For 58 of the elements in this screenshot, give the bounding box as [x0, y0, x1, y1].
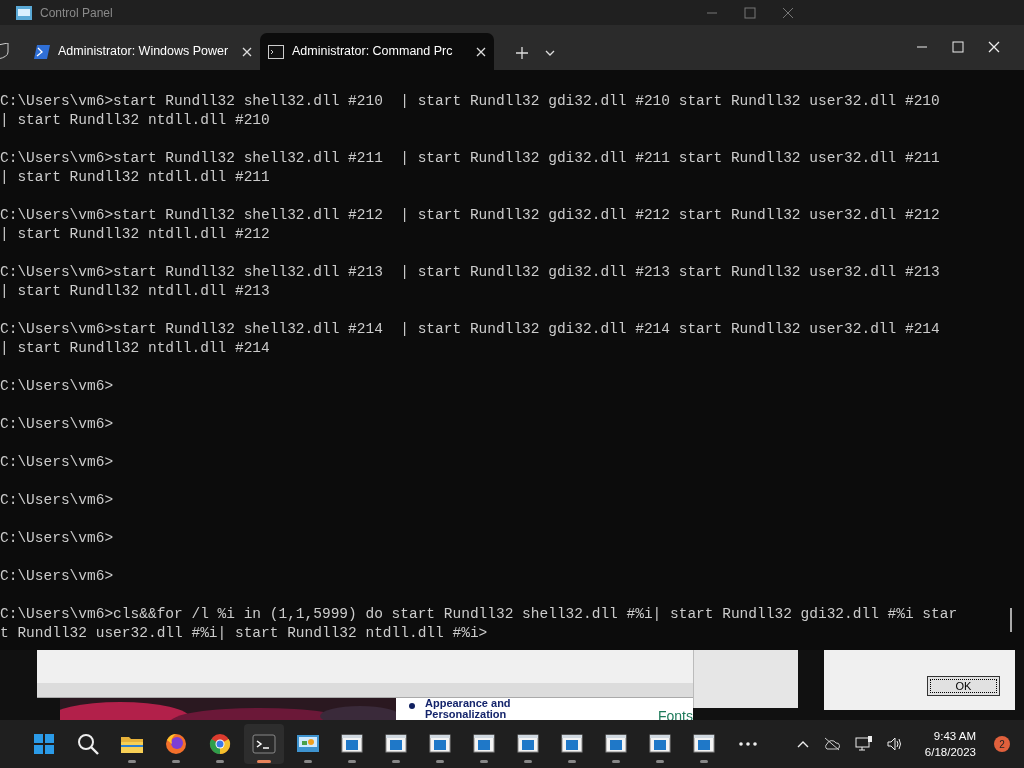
terminal-line: | start Rundll32 ntdll.dll #214 — [0, 339, 271, 358]
terminal-line: C:\Users\vm6> — [0, 529, 115, 548]
terminal-line: | start Rundll32 ntdll.dll #211 — [0, 168, 271, 187]
control-panel-icon — [16, 5, 32, 20]
start-icon — [32, 732, 56, 756]
terminal-line: | start Rundll32 ntdll.dll #210 — [0, 111, 271, 130]
window-icon — [560, 732, 584, 756]
category-link[interactable]: Personalization — [425, 709, 507, 720]
terminal-line: | start Rundll32 ntdll.dll #212 — [0, 225, 271, 244]
terminal-line: C:\Users\vm6> — [0, 567, 115, 586]
network-icon[interactable] — [854, 736, 873, 752]
notification-badge[interactable]: 2 — [994, 736, 1010, 752]
chevron-up-icon[interactable] — [796, 740, 809, 748]
terminal-tab[interactable]: Administrator: Windows Power — [26, 33, 260, 70]
window-icon — [516, 732, 540, 756]
cloud-off-icon[interactable] — [822, 737, 841, 751]
browser-icon — [164, 732, 188, 756]
terminal-line: C:\Users\vm6> — [0, 415, 115, 434]
powershell-icon — [34, 44, 50, 59]
shield-icon — [0, 43, 10, 59]
terminal-line: | start Rundll32 ntdll.dll #213 — [0, 282, 271, 301]
terminal-button[interactable] — [244, 724, 284, 764]
terminal-line: C:\Users\vm6>start Rundll32 shell32.dll #212 | start Rundll32 gdi32.dll #212 start Rundll32 user32.dll #212 — [0, 206, 941, 225]
window-icon — [472, 732, 496, 756]
window-icon — [340, 732, 364, 756]
terminal-line: C:\Users\vm6> — [0, 491, 115, 510]
window-icon — [428, 732, 452, 756]
tab-label: Administrator: Command Prc — [292, 43, 454, 61]
terminal-line: C:\Users\vm6>start Rundll32 shell32.dll #214 | start Rundll32 gdi32.dll #214 start Rundll32 user32.dll #214 — [0, 320, 941, 339]
more-icon — [739, 742, 757, 746]
clock-date[interactable]: 6/18/2023 — [924, 744, 976, 760]
terminal-line: C:\Users\vm6>start Rundll32 shell32.dll #211 | start Rundll32 gdi32.dll #211 start Rundll32 user32.dll #211 — [0, 149, 941, 168]
bullet-icon — [409, 703, 415, 709]
window-title: Control Panel — [40, 4, 113, 22]
chevron-down-icon — [545, 48, 555, 57]
terminal-icon — [252, 732, 276, 756]
search-icon — [76, 732, 100, 756]
terminal-line: C:\Users\vm6>start Rundll32 shell32.dll #210 | start Rundll32 gdi32.dll #210 start Rundll32 user32.dll #210 — [0, 92, 941, 111]
scrollbar[interactable] — [37, 683, 693, 697]
browser-icon — [208, 732, 232, 756]
console-icon — [268, 44, 284, 59]
tab-label: Administrator: Windows Power — [58, 43, 230, 61]
window-icon — [384, 732, 408, 756]
clock-time[interactable]: 9:43 AM — [924, 728, 976, 744]
plus-icon — [516, 46, 528, 59]
category-link[interactable]: Appearance and — [425, 698, 511, 709]
window-icon — [692, 732, 716, 756]
window-icon — [648, 732, 672, 756]
terminal-tab[interactable]: Administrator: Command Prc — [260, 33, 494, 70]
ok-button[interactable]: OK — [927, 676, 1000, 696]
volume-icon[interactable] — [886, 737, 903, 751]
window-icon — [604, 732, 628, 756]
scrollbar-thumb[interactable] — [1010, 608, 1012, 632]
terminal-line: t Rundll32 user32.dll #%i| start Rundll32 ntdll.dll #%i> — [0, 624, 489, 643]
terminal-line: C:\Users\vm6> — [0, 377, 115, 396]
terminal-line: C:\Users\vm6>cls&&for /l %i in (1,1,5999) do start Rundll32 shell32.dll #%i| start Rundll32 gdi32.dll #%i star — [0, 605, 959, 624]
terminal-line: C:\Users\vm6>start Rundll32 shell32.dll #213 | start Rundll32 gdi32.dll #213 start Rundll32 user32.dll #213 — [0, 263, 941, 282]
terminal-line: C:\Users\vm6> — [0, 453, 115, 472]
